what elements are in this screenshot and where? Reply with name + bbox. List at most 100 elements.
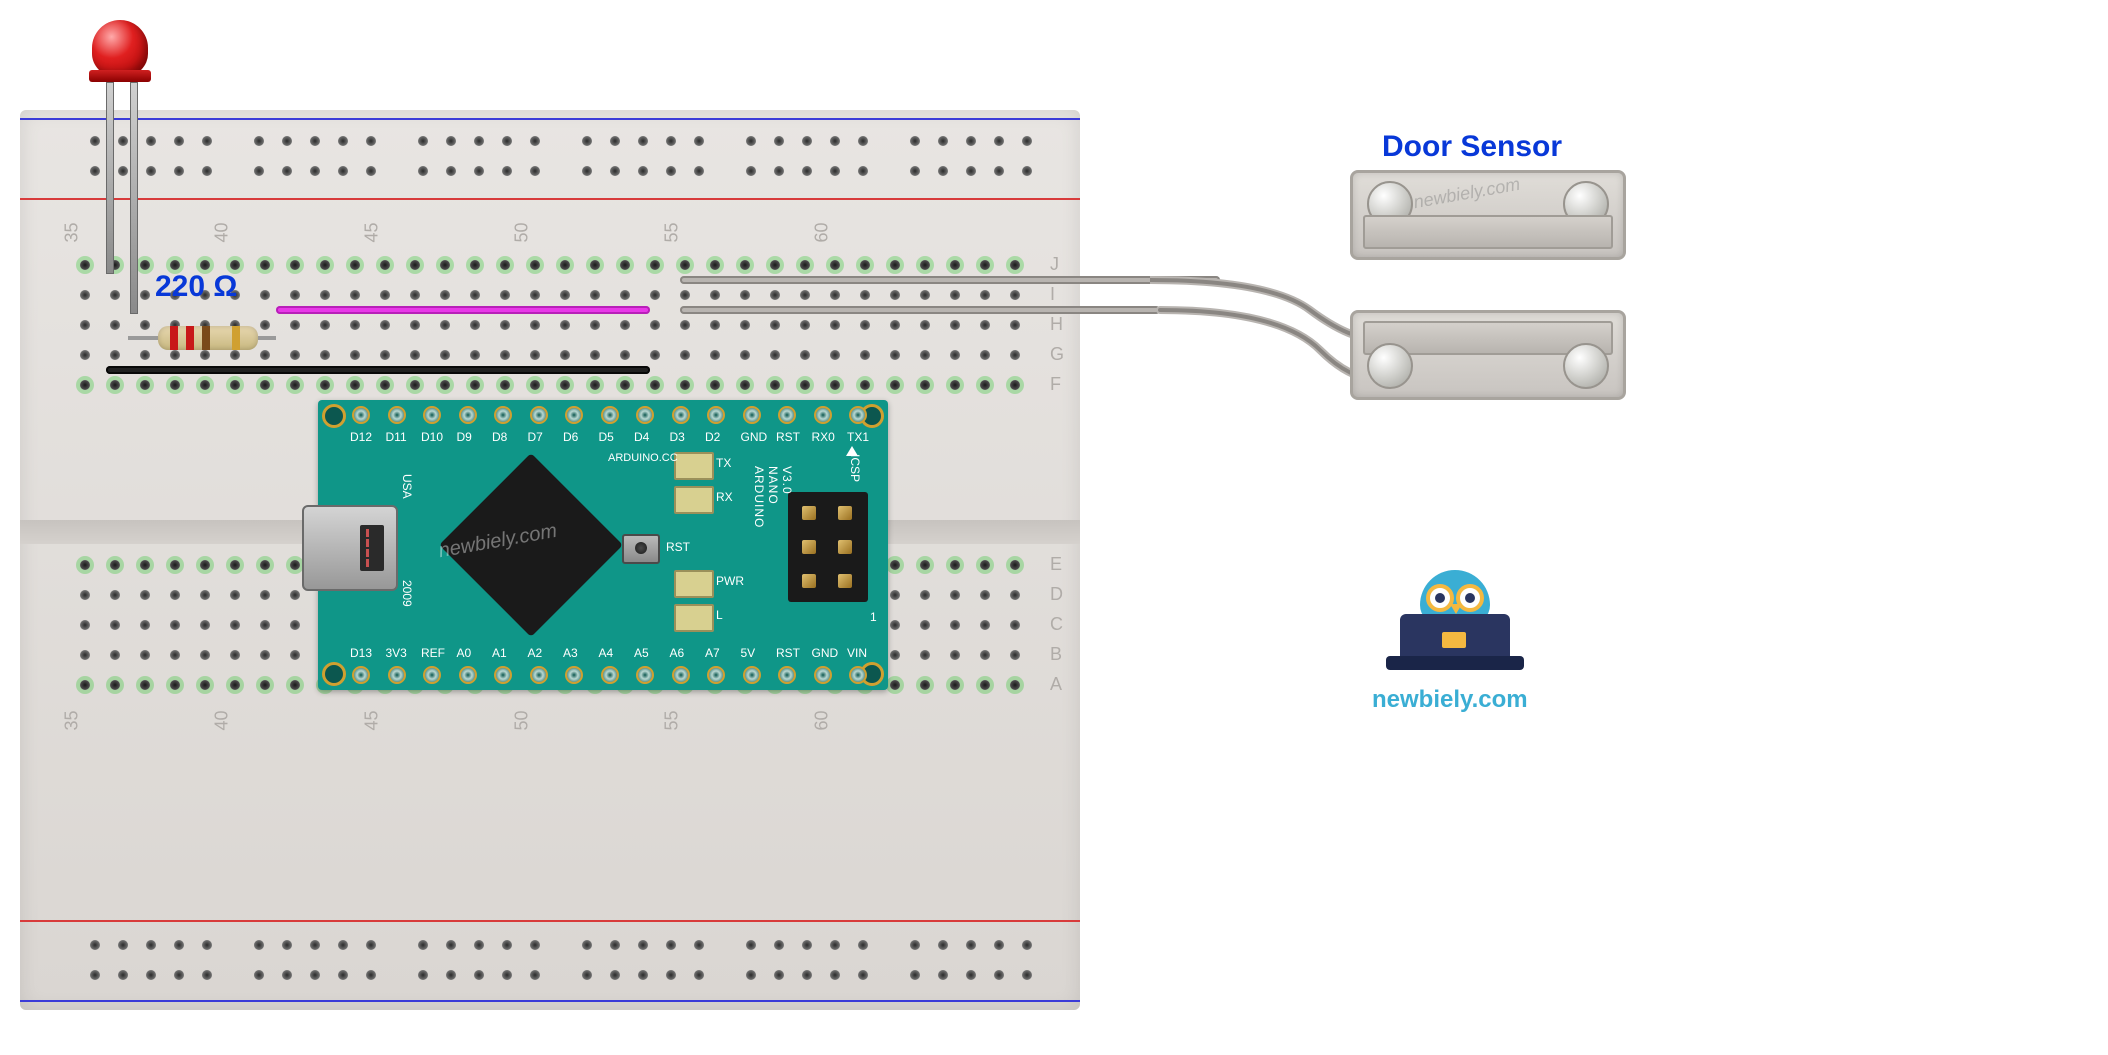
nano-pin-hole bbox=[423, 406, 441, 424]
nano-pin-label: RST bbox=[776, 430, 800, 444]
logo-text: newbiely.com bbox=[1372, 686, 1528, 714]
terminal-hole bbox=[680, 290, 690, 300]
terminal-hole bbox=[380, 320, 390, 330]
power-hole bbox=[858, 136, 868, 146]
terminal-hole bbox=[560, 290, 570, 300]
power-hole bbox=[694, 136, 704, 146]
power-hole bbox=[338, 136, 348, 146]
terminal-hole bbox=[680, 380, 690, 390]
brand-arduino: ARDUINO bbox=[752, 466, 766, 528]
terminal-hole bbox=[110, 290, 120, 300]
power-hole bbox=[282, 970, 292, 980]
terminal-hole bbox=[1010, 320, 1020, 330]
nano-corner-hole bbox=[322, 662, 346, 686]
power-hole bbox=[174, 166, 184, 176]
power-hole bbox=[530, 970, 540, 980]
terminal-hole bbox=[80, 380, 90, 390]
row-label: F bbox=[1050, 374, 1061, 395]
nano-pin-hole bbox=[707, 406, 725, 424]
terminal-hole bbox=[890, 320, 900, 330]
resistor-band-2 bbox=[186, 326, 194, 350]
power-hole bbox=[146, 166, 156, 176]
rst-label: RST bbox=[666, 540, 690, 554]
wire-grey-1 bbox=[680, 276, 1220, 284]
power-hole bbox=[418, 940, 428, 950]
terminal-hole bbox=[80, 350, 90, 360]
reset-button[interactable] bbox=[622, 534, 660, 564]
col-label: 40 bbox=[212, 222, 233, 242]
nano-pin-hole bbox=[530, 666, 548, 684]
led-label-pwr: PWR bbox=[716, 574, 744, 588]
nano-pin-label: 5V bbox=[741, 646, 756, 660]
icsp-arrow-icon bbox=[846, 446, 858, 456]
terminal-hole bbox=[950, 260, 960, 270]
terminal-hole bbox=[770, 260, 780, 270]
row-label: C bbox=[1050, 614, 1063, 635]
terminal-hole bbox=[590, 350, 600, 360]
terminal-hole bbox=[1010, 620, 1020, 630]
terminal-hole bbox=[620, 350, 630, 360]
terminal-hole bbox=[230, 650, 240, 660]
terminal-hole bbox=[230, 590, 240, 600]
terminal-hole bbox=[260, 560, 270, 570]
terminal-hole bbox=[110, 620, 120, 630]
terminal-hole bbox=[710, 320, 720, 330]
power-hole bbox=[610, 940, 620, 950]
terminal-hole bbox=[140, 560, 150, 570]
nano-pin-label: D4 bbox=[634, 430, 649, 444]
terminal-hole bbox=[590, 380, 600, 390]
power-hole bbox=[774, 970, 784, 980]
power-hole bbox=[118, 970, 128, 980]
terminal-hole bbox=[830, 380, 840, 390]
terminal-hole bbox=[1010, 680, 1020, 690]
power-hole bbox=[118, 166, 128, 176]
power-hole bbox=[502, 166, 512, 176]
power-hole bbox=[174, 940, 184, 950]
nano-pin-label: GND bbox=[812, 646, 839, 660]
terminal-hole bbox=[950, 350, 960, 360]
terminal-hole bbox=[140, 320, 150, 330]
terminal-hole bbox=[830, 290, 840, 300]
power-hole bbox=[610, 136, 620, 146]
terminal-hole bbox=[800, 380, 810, 390]
terminal-hole bbox=[140, 650, 150, 660]
terminal-hole bbox=[800, 350, 810, 360]
nano-pin-label: RX0 bbox=[812, 430, 835, 444]
terminal-hole bbox=[770, 320, 780, 330]
terminal-hole bbox=[470, 350, 480, 360]
terminal-hole bbox=[680, 320, 690, 330]
terminal-hole bbox=[410, 380, 420, 390]
terminal-hole bbox=[110, 320, 120, 330]
terminal-hole bbox=[200, 260, 210, 270]
power-hole bbox=[366, 136, 376, 146]
terminal-hole bbox=[170, 620, 180, 630]
terminal-hole bbox=[530, 380, 540, 390]
brand-v30: V3.0 bbox=[780, 466, 794, 495]
terminal-hole bbox=[1010, 560, 1020, 570]
nano-pin-label: A3 bbox=[563, 646, 578, 660]
power-hole bbox=[830, 166, 840, 176]
power-hole bbox=[910, 940, 920, 950]
nano-pin-hole bbox=[601, 666, 619, 684]
led-flange bbox=[89, 70, 151, 82]
terminal-hole bbox=[500, 290, 510, 300]
icsp-label: ICSP bbox=[848, 454, 862, 482]
terminal-hole bbox=[200, 620, 210, 630]
nano-pin-hole bbox=[494, 406, 512, 424]
terminal-hole bbox=[980, 380, 990, 390]
terminal-hole bbox=[230, 620, 240, 630]
terminal-hole bbox=[110, 680, 120, 690]
terminal-hole bbox=[170, 680, 180, 690]
col-label: 35 bbox=[62, 222, 83, 242]
power-hole bbox=[830, 136, 840, 146]
power-hole bbox=[90, 940, 100, 950]
rail-red-bottom bbox=[20, 920, 1080, 922]
power-hole bbox=[366, 970, 376, 980]
nano-pin-hole bbox=[814, 666, 832, 684]
nano-pin-label: A1 bbox=[492, 646, 507, 660]
nano-pin-hole bbox=[849, 666, 867, 684]
nano-pin-hole bbox=[565, 666, 583, 684]
watermark-sensor1: newbiely.com bbox=[1412, 174, 1522, 213]
terminal-hole bbox=[140, 380, 150, 390]
terminal-hole bbox=[920, 290, 930, 300]
